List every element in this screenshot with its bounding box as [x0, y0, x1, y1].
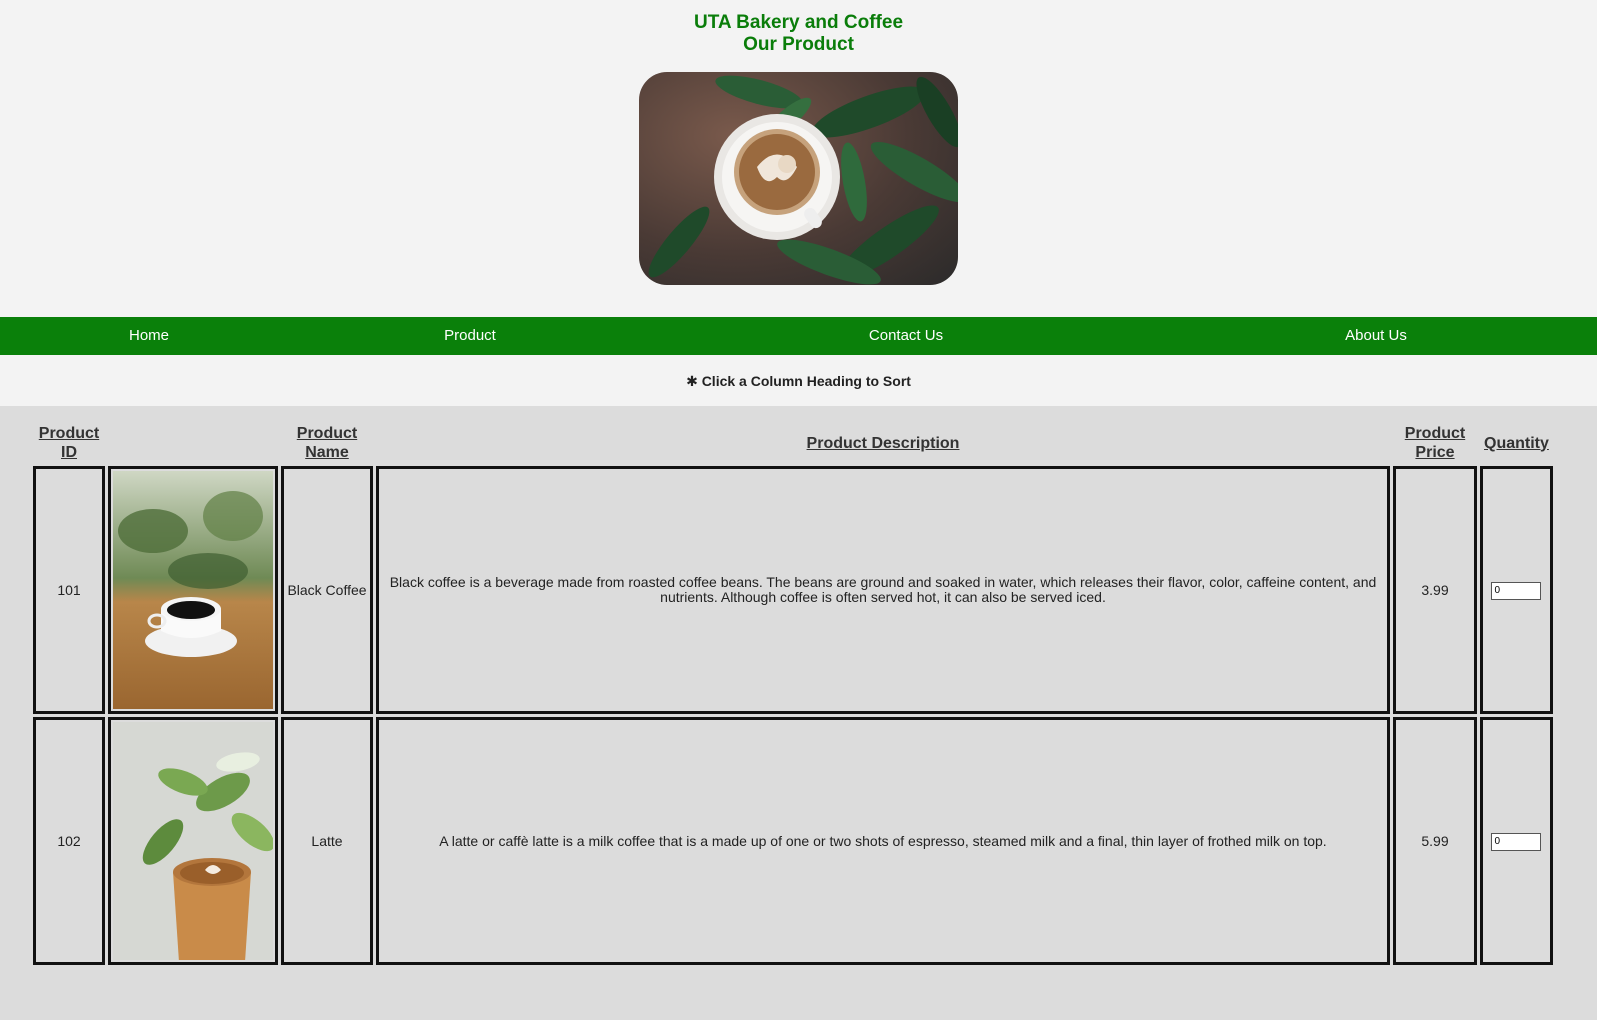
product-id-cell: 101 — [33, 466, 105, 714]
product-image-cell — [108, 466, 278, 714]
hero-image — [639, 72, 958, 285]
header-product-description[interactable]: Product Description — [376, 423, 1390, 463]
product-description-cell: Black coffee is a beverage made from roa… — [376, 466, 1390, 714]
product-price-cell: 5.99 — [1393, 717, 1477, 965]
header-product-price[interactable]: Product Price — [1393, 423, 1477, 463]
product-name-cell: Latte — [281, 717, 373, 965]
sort-hint: ✱ Click a Column Heading to Sort — [0, 355, 1597, 406]
nav-home-link[interactable]: Home — [129, 317, 169, 355]
product-table-area: Product ID Product Name Product Descript… — [0, 406, 1597, 1020]
nav-product-link[interactable]: Product — [444, 317, 496, 355]
header-quantity[interactable]: Quantity — [1480, 423, 1553, 463]
product-description-cell: A latte or caffè latte is a milk coffee … — [376, 717, 1390, 965]
latte-image — [113, 722, 273, 960]
black-coffee-image — [113, 471, 273, 709]
header-product-name[interactable]: Product Name — [281, 423, 373, 463]
main-nav: Home Product Contact Us About Us — [0, 317, 1597, 355]
page-header: UTA Bakery and Coffee Our Product — [0, 0, 1597, 285]
product-id-cell: 102 — [33, 717, 105, 965]
sort-hint-text: Click a Column Heading to Sort — [701, 373, 911, 389]
product-price-cell: 3.99 — [1393, 466, 1477, 714]
product-image-cell — [108, 717, 278, 965]
table-row: 102 Latte A latte or caffè latte is a mi… — [33, 717, 1553, 965]
quantity-cell — [1480, 466, 1553, 714]
quantity-input[interactable] — [1491, 581, 1542, 600]
header-product-id[interactable]: Product ID — [33, 423, 105, 463]
header-image — [108, 423, 278, 463]
nav-contact-link[interactable]: Contact Us — [869, 317, 943, 355]
table-row: 101 Black Coffee Black coffee is a bever… — [33, 466, 1553, 714]
product-name-cell: Black Coffee — [281, 466, 373, 714]
quantity-cell — [1480, 717, 1553, 965]
product-table: Product ID Product Name Product Descript… — [30, 420, 1556, 968]
store-title: UTA Bakery and Coffee — [693, 12, 904, 33]
nav-about-link[interactable]: About Us — [1345, 317, 1407, 355]
quantity-input[interactable] — [1491, 832, 1542, 851]
asterisk-icon: ✱ — [686, 373, 698, 389]
page-title: Our Product — [743, 34, 854, 55]
